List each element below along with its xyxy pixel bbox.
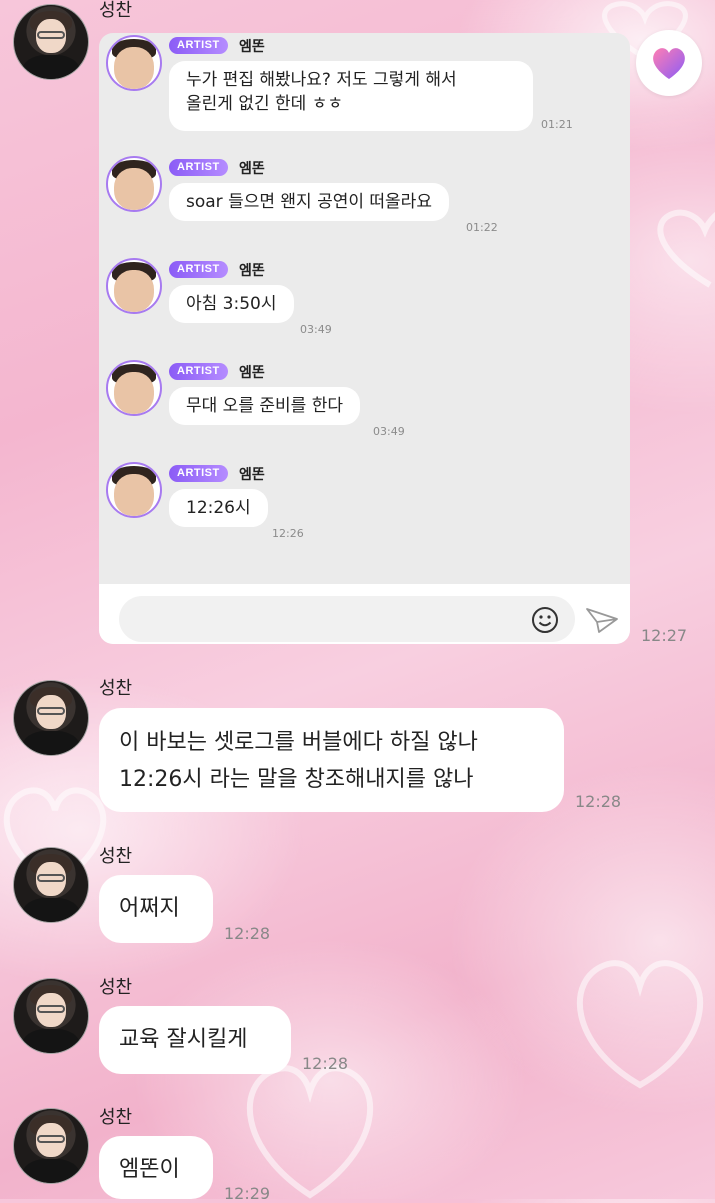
message-line: 엠똔이	[119, 1157, 180, 1182]
message-time: 03:49	[300, 323, 332, 336]
message-line: 누가 편집 해봤나요? 저도 그렇게 해서	[186, 70, 457, 90]
sender-avatar[interactable]	[13, 847, 89, 923]
send-icon[interactable]	[585, 606, 619, 634]
message-time: 01:21	[541, 118, 573, 131]
artist-badge: ARTIST	[169, 37, 228, 54]
sender-name: 성찬	[99, 1107, 133, 1128]
message-line: 교육 잘시킬게	[119, 1027, 248, 1052]
message-line: 아침 3:50시	[186, 294, 277, 314]
sender-avatar[interactable]	[13, 4, 89, 80]
artist-avatar[interactable]	[106, 156, 162, 212]
message-line: 어쩌지	[119, 896, 180, 921]
sender-avatar[interactable]	[13, 1108, 89, 1184]
message-line: 무대 오를 준비를 한다	[186, 396, 343, 416]
message-line: 이 바보는 셋로그를 버블에다 하질 않나	[119, 730, 478, 755]
chat-message: 이 바보는 셋로그를 버블에다 하질 않나 12:26시 라는 말을 창조해내지…	[99, 708, 564, 812]
artist-avatar[interactable]	[106, 360, 162, 416]
artist-message: 12:26시	[169, 489, 268, 527]
artist-name: 엠똔	[239, 467, 265, 483]
artist-name: 엠똔	[239, 365, 265, 381]
artist-badge: ARTIST	[169, 261, 228, 278]
artist-message: 무대 오를 준비를 한다	[169, 387, 360, 425]
message-time: 12:28	[224, 924, 271, 943]
artist-message-card: ARTIST 엠똔 누가 편집 해봤나요? 저도 그렇게 해서 올린게 없긴 한…	[99, 33, 630, 644]
artist-avatar[interactable]	[106, 35, 162, 91]
artist-avatar[interactable]	[106, 258, 162, 314]
sender-avatar[interactable]	[13, 978, 89, 1054]
message-time: 12:29	[224, 1184, 271, 1203]
sender-name: 성찬	[99, 846, 133, 867]
chat-message: 엠똔이	[99, 1136, 213, 1199]
heart-button[interactable]	[636, 30, 702, 96]
sender-name: 성찬	[99, 0, 133, 21]
message-time: 12:28	[302, 1054, 349, 1073]
decorative-heart-icon	[657, 209, 715, 288]
artist-name: 엠똔	[239, 161, 265, 177]
chat-message: 교육 잘시킬게	[99, 1006, 291, 1074]
decorative-heart-icon	[576, 960, 704, 1089]
card-time: 12:27	[641, 626, 688, 645]
message-line: 12:26시	[186, 498, 251, 518]
message-line: 12:26시 라는 말을 창조해내지를 않나	[119, 767, 474, 792]
artist-message: 아침 3:50시	[169, 285, 294, 323]
sender-name: 성찬	[99, 678, 133, 699]
message-line: 올린게 없긴 한데 ㅎㅎ	[186, 94, 343, 114]
reply-input[interactable]	[119, 596, 575, 642]
artist-badge: ARTIST	[169, 159, 228, 176]
message-time: 03:49	[373, 425, 405, 438]
artist-avatar[interactable]	[106, 462, 162, 518]
artist-name: 엠똔	[239, 263, 265, 279]
smiley-icon[interactable]	[531, 606, 559, 634]
sender-avatar[interactable]	[13, 680, 89, 756]
artist-name: 엠똔	[239, 39, 265, 55]
heart-icon	[653, 48, 685, 79]
artist-message: soar 들으면 왠지 공연이 떠올라요	[169, 183, 449, 221]
chat-message: 어쩌지	[99, 875, 213, 943]
message-time: 01:22	[466, 221, 498, 234]
message-line: soar 들으면 왠지 공연이 떠올라요	[186, 192, 432, 212]
artist-badge: ARTIST	[169, 465, 228, 482]
artist-message: 누가 편집 해봤나요? 저도 그렇게 해서 올린게 없긴 한데 ㅎㅎ	[169, 61, 533, 131]
sender-name: 성찬	[99, 977, 133, 998]
artist-badge: ARTIST	[169, 363, 228, 380]
message-time: 12:28	[575, 792, 622, 811]
message-time: 12:26	[272, 527, 304, 540]
